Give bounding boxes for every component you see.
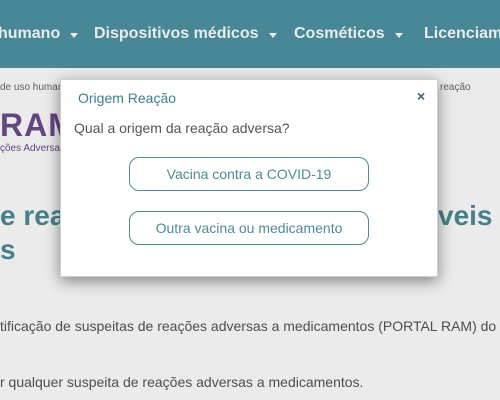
covid-vaccine-button[interactable]: Vacina contra a COVID-19 [129, 157, 369, 191]
modal-question: Qual a origem da reação adversa? [74, 120, 290, 136]
close-icon[interactable]: × [417, 89, 425, 103]
other-vaccine-medication-button[interactable]: Outra vacina ou medicamento [129, 211, 369, 245]
modal-title: Origem Reação [78, 90, 177, 106]
origin-reaction-modal: Origem Reação × Qual a origem da reação … [60, 79, 438, 277]
